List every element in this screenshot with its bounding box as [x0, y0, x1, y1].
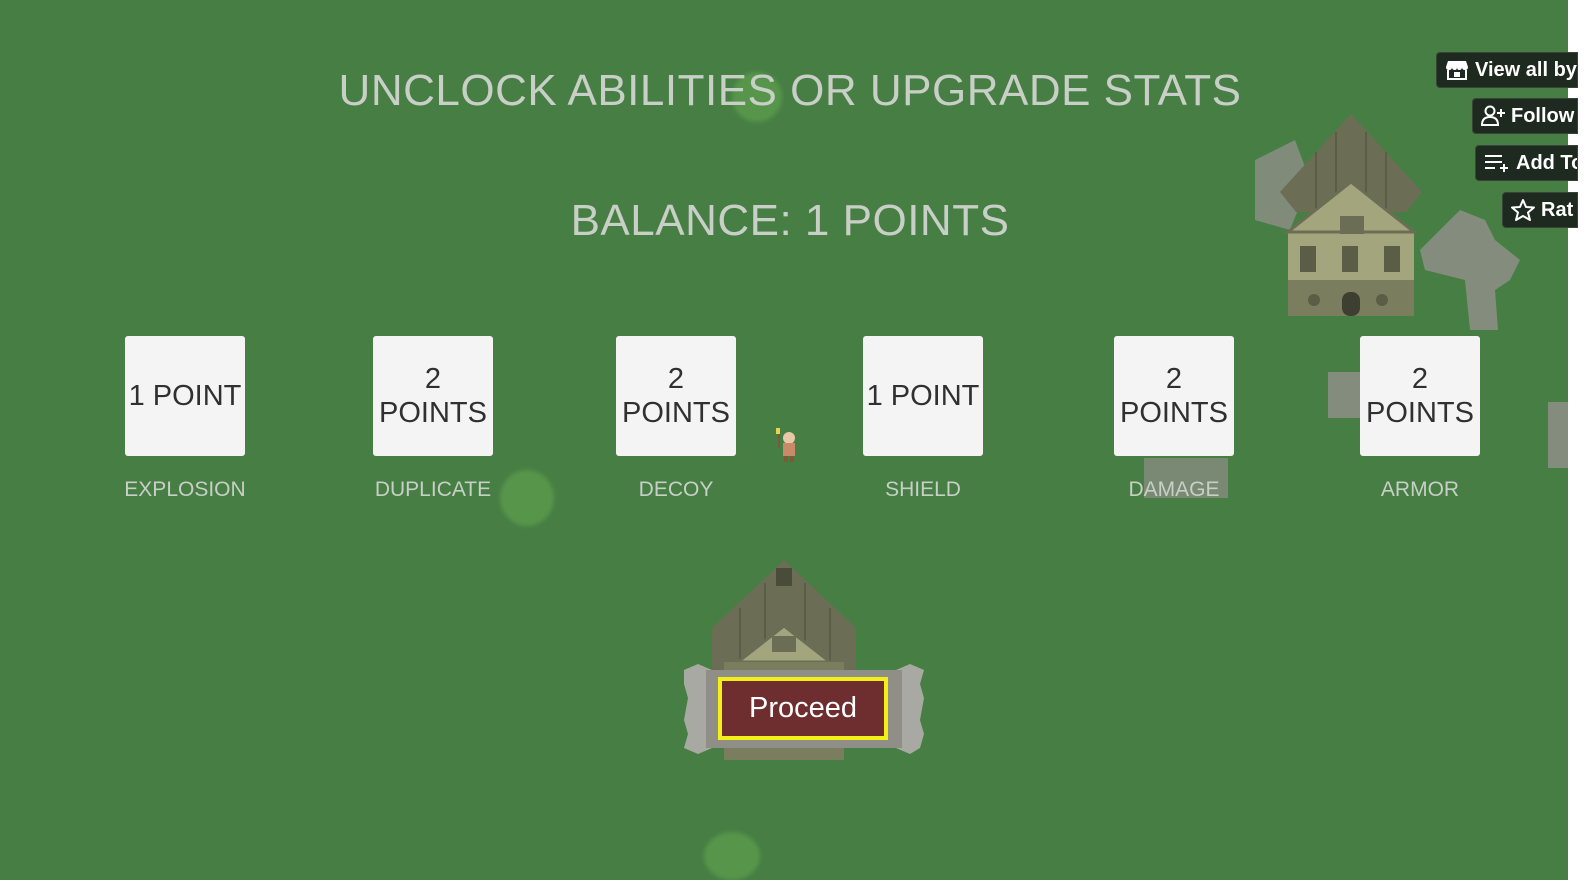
- add-to-label: Add To: [1516, 151, 1578, 174]
- ability-card-armor[interactable]: 2 POINTS: [1360, 336, 1480, 456]
- game-canvas[interactable]: UNCLOCK ABILITIES OR UPGRADE STATS BALAN…: [0, 0, 1568, 880]
- rate-button[interactable]: Rat: [1502, 192, 1578, 228]
- cost-label: POINTS: [1366, 397, 1474, 429]
- cost-label: 1 POINT: [866, 380, 980, 412]
- add-to-collection-button[interactable]: Add To: [1475, 145, 1578, 181]
- ability-card-shield[interactable]: 1 POINT: [863, 336, 983, 456]
- cost-label: 2: [1411, 363, 1429, 395]
- star-icon: [1511, 199, 1535, 221]
- ability-label: SHIELD: [885, 478, 961, 501]
- ability-label: DECOY: [638, 478, 714, 501]
- playlist-add-icon: [1485, 155, 1508, 172]
- rate-label: Rat: [1541, 198, 1574, 221]
- balance-display: BALANCE: 1 POINTS: [570, 196, 1010, 245]
- proceed-button[interactable]: Proceed: [718, 677, 888, 740]
- ability-label: ARMOR: [1380, 478, 1460, 501]
- ability-card-decoy[interactable]: 2 POINTS: [616, 336, 736, 456]
- user-plus-icon: [1481, 105, 1505, 126]
- cost-label: POINTS: [622, 397, 730, 429]
- ability-card-duplicate[interactable]: 2 POINTS: [373, 336, 493, 456]
- ability-label: DAMAGE: [1128, 478, 1220, 501]
- itch-logo-icon: [1446, 61, 1468, 80]
- page-title: UNCLOCK ABILITIES OR UPGRADE STATS: [338, 66, 1242, 115]
- cost-label: POINTS: [1120, 397, 1228, 429]
- ability-label: DUPLICATE: [374, 478, 492, 501]
- cost-label: 1 POINT: [128, 380, 242, 412]
- bush-decoration: [704, 832, 760, 880]
- view-all-label: View all by: [1475, 58, 1577, 81]
- ability-label: EXPLOSION: [124, 478, 246, 501]
- cost-label: POINTS: [379, 397, 487, 429]
- ability-card-explosion[interactable]: 1 POINT: [125, 336, 245, 456]
- ability-card-damage[interactable]: 2 POINTS: [1114, 336, 1234, 456]
- follow-label: Follow: [1511, 104, 1575, 127]
- cost-label: 2: [667, 363, 685, 395]
- view-all-button[interactable]: View all by: [1436, 52, 1578, 88]
- rock-patch: [1548, 402, 1568, 468]
- rock-patch: [1328, 372, 1362, 418]
- cost-label: 2: [1165, 363, 1183, 395]
- cost-label: 2: [424, 363, 442, 395]
- player-character-sprite: [776, 428, 795, 462]
- follow-button[interactable]: Follow: [1472, 98, 1578, 134]
